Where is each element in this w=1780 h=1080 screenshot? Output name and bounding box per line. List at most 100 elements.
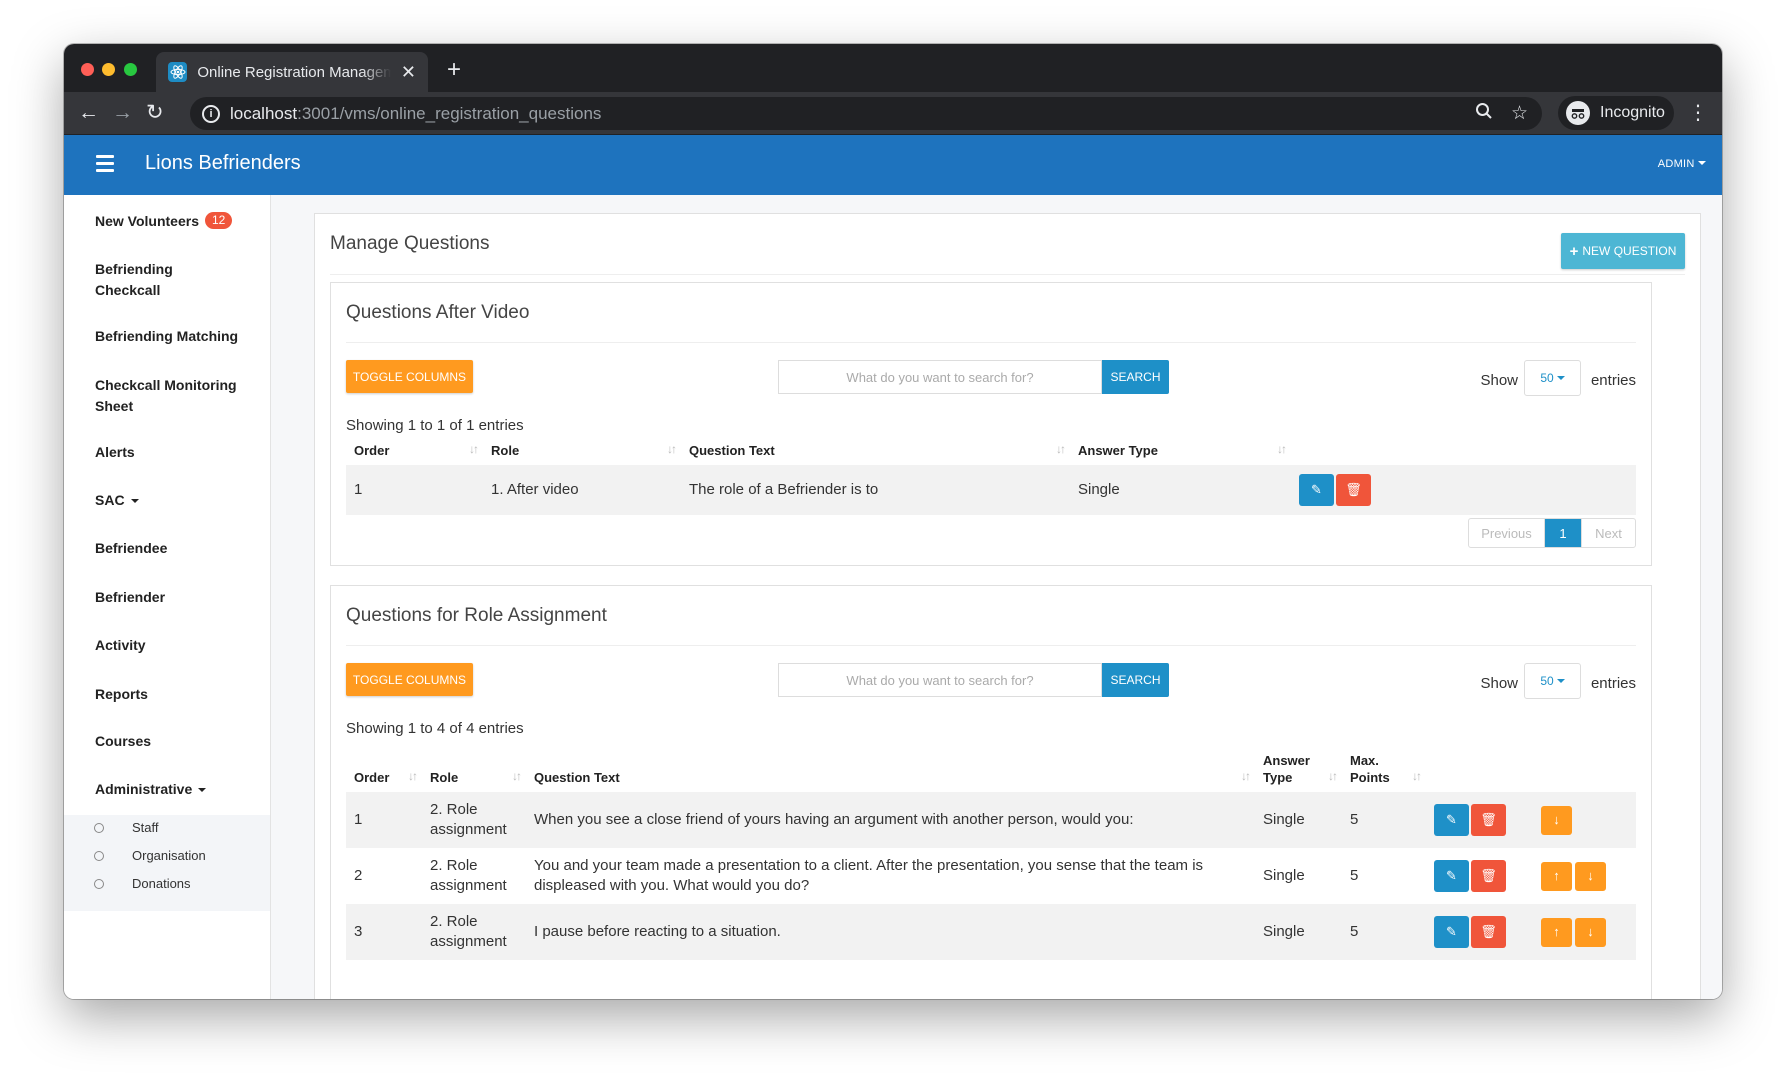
column-header-question-text[interactable]: Question Text ↓↑ xyxy=(681,435,1070,465)
move-up-arrow-icon[interactable]: ↑ xyxy=(1541,861,1572,891)
entries-label: entries xyxy=(1590,372,1636,389)
sort-icon: ↓↑ xyxy=(469,442,479,456)
delete-trash-icon[interactable]: 🗑 xyxy=(1471,860,1506,892)
incognito-profile-button[interactable]: Incognito xyxy=(1558,96,1674,130)
cell-max-points: 5 xyxy=(1342,904,1426,960)
sidebar: New Volunteers 12 Befriending Checkcall B… xyxy=(64,195,271,999)
column-header-role[interactable]: Role ↓↑ xyxy=(422,746,526,792)
sidebar-item-reports[interactable]: Reports xyxy=(95,684,148,705)
search-input[interactable] xyxy=(778,663,1102,697)
previous-page-button[interactable]: Previous xyxy=(1469,519,1545,547)
cell-role: 2. Role assignment xyxy=(430,857,507,894)
sidebar-item-courses[interactable]: Courses xyxy=(95,731,151,752)
sidebar-item-befriender[interactable]: Befriender xyxy=(95,587,165,608)
delete-trash-icon[interactable]: 🗑 xyxy=(1471,916,1506,948)
column-header-answer-type[interactable]: Answer Type ↓↑ xyxy=(1070,435,1291,465)
table-row: 2 2. Role assignment You and your team m… xyxy=(346,848,1636,904)
show-label: Show xyxy=(1480,675,1518,692)
new-question-button[interactable]: + NEW QUESTION xyxy=(1561,233,1685,269)
toggle-columns-button[interactable]: TOGGLE COLUMNS xyxy=(346,663,473,696)
browser-tab[interactable]: Online Registration Management ✕ xyxy=(156,52,428,92)
submenu-item-organisation[interactable]: Organisation xyxy=(132,848,206,863)
sort-icon: ↓↑ xyxy=(1328,769,1338,783)
column-header-max-points[interactable]: Max. Points ↓↑ xyxy=(1342,746,1426,792)
maximize-window-button[interactable] xyxy=(124,63,137,76)
page-size-select[interactable]: 50 xyxy=(1524,360,1581,396)
page-size-select[interactable]: 50 xyxy=(1524,663,1581,699)
submenu-item-donations[interactable]: Donations xyxy=(132,876,191,891)
submenu-item-staff[interactable]: Staff xyxy=(132,820,159,835)
cell-role: 2. Role assignment xyxy=(422,904,526,960)
column-header-order[interactable]: Order ↓↑ xyxy=(346,746,422,792)
move-down-arrow-icon[interactable]: ↓ xyxy=(1575,917,1606,947)
admin-user-menu[interactable]: ADMIN xyxy=(1658,158,1706,170)
edit-pencil-icon[interactable]: ✎ xyxy=(1434,804,1469,836)
panel-title: Questions After Video xyxy=(346,302,530,323)
reload-icon[interactable]: ↻ xyxy=(146,101,164,125)
questions-table: Order ↓↑ Role ↓↑ Question Text ↓↑ Answer Ty… xyxy=(346,435,1636,515)
column-header-order[interactable]: Order ↓↑ xyxy=(346,435,483,465)
delete-trash-icon[interactable]: 🗑 xyxy=(1471,804,1506,836)
sort-icon: ↓↑ xyxy=(408,769,418,783)
show-label: Show xyxy=(1480,372,1518,389)
edit-pencil-icon[interactable]: ✎ xyxy=(1434,916,1469,948)
move-down-arrow-icon[interactable]: ↓ xyxy=(1541,805,1572,835)
forward-arrow-icon[interactable]: → xyxy=(112,101,133,125)
move-up-arrow-icon[interactable]: ↑ xyxy=(1541,917,1572,947)
back-arrow-icon[interactable]: ← xyxy=(78,101,99,125)
sidebar-item-administrative[interactable]: Administrative xyxy=(95,779,207,800)
next-page-button[interactable]: Next xyxy=(1581,519,1635,547)
search-input[interactable] xyxy=(778,360,1102,394)
zoom-search-icon[interactable] xyxy=(1475,102,1493,126)
divider xyxy=(330,274,1685,275)
incognito-icon xyxy=(1566,101,1590,125)
page-1-button[interactable]: 1 xyxy=(1545,519,1581,547)
sidebar-item-checkcall-monitoring[interactable]: Checkcall Monitoring Sheet xyxy=(95,375,237,417)
delete-trash-icon[interactable]: 🗑 xyxy=(1336,474,1371,506)
search-button[interactable]: SEARCH xyxy=(1102,663,1169,697)
brand-title[interactable]: Lions Befrienders xyxy=(145,152,301,175)
sidebar-item-befriending-matching[interactable]: Befriending Matching xyxy=(95,326,238,347)
cell-answer-type: Single xyxy=(1255,792,1342,848)
new-tab-icon[interactable]: + xyxy=(447,56,461,84)
chevron-down-icon xyxy=(1556,679,1565,683)
react-favicon-icon xyxy=(168,62,188,82)
close-window-button[interactable] xyxy=(81,63,94,76)
browser-window: Online Registration Management ✕ + ← → ↻… xyxy=(64,44,1722,999)
table-row: 3 2. Role assignment I pause before reac… xyxy=(346,904,1636,960)
hamburger-menu-icon[interactable] xyxy=(96,155,114,176)
toggle-columns-button[interactable]: TOGGLE COLUMNS xyxy=(346,360,473,393)
divider xyxy=(346,645,1636,646)
main-content: Manage Questions + NEW QUESTION Questions… xyxy=(271,195,1722,999)
url-host: localhost xyxy=(230,103,298,123)
search-button[interactable]: SEARCH xyxy=(1102,360,1169,394)
divider xyxy=(346,342,1636,343)
sort-icon: ↓↑ xyxy=(1277,442,1287,456)
edit-pencil-icon[interactable]: ✎ xyxy=(1299,474,1334,506)
cell-answer-type: Single xyxy=(1263,867,1305,884)
showing-info: Showing 1 to 4 of 4 entries xyxy=(346,720,524,737)
browser-menu-icon[interactable]: ⋮ xyxy=(1688,100,1708,125)
sidebar-item-activity[interactable]: Activity xyxy=(95,635,146,656)
address-bar[interactable]: i localhost:3001/vms/online_registration… xyxy=(190,97,1542,130)
sidebar-item-befriendee[interactable]: Befriendee xyxy=(95,538,167,559)
sidebar-item-befriending-checkcall[interactable]: Befriending Checkcall xyxy=(95,259,173,301)
column-header-role[interactable]: Role ↓↑ xyxy=(483,435,681,465)
move-down-arrow-icon[interactable]: ↓ xyxy=(1575,861,1606,891)
showing-info: Showing 1 to 1 of 1 entries xyxy=(346,417,524,434)
minimize-window-button[interactable] xyxy=(102,63,115,76)
sort-icon: ↓↑ xyxy=(1241,769,1251,783)
edit-pencil-icon[interactable]: ✎ xyxy=(1434,860,1469,892)
cell-question-text: When you see a close friend of yours hav… xyxy=(526,792,1255,848)
panel-title: Questions for Role Assignment xyxy=(346,605,607,626)
sidebar-item-sac[interactable]: SAC xyxy=(95,490,139,511)
close-tab-icon[interactable]: ✕ xyxy=(401,62,416,83)
column-header-answer-type[interactable]: Answer Type ↓↑ xyxy=(1255,746,1342,792)
sidebar-item-alerts[interactable]: Alerts xyxy=(95,442,135,463)
info-icon[interactable]: i xyxy=(202,104,220,123)
column-header-question-text[interactable]: Question Text ↓↑ xyxy=(526,746,1255,792)
sidebar-item-new-volunteers[interactable]: New Volunteers 12 xyxy=(95,211,233,232)
bookmark-star-icon[interactable]: ☆ xyxy=(1511,102,1528,126)
chevron-down-icon xyxy=(1556,376,1565,380)
entries-label: entries xyxy=(1590,675,1636,692)
